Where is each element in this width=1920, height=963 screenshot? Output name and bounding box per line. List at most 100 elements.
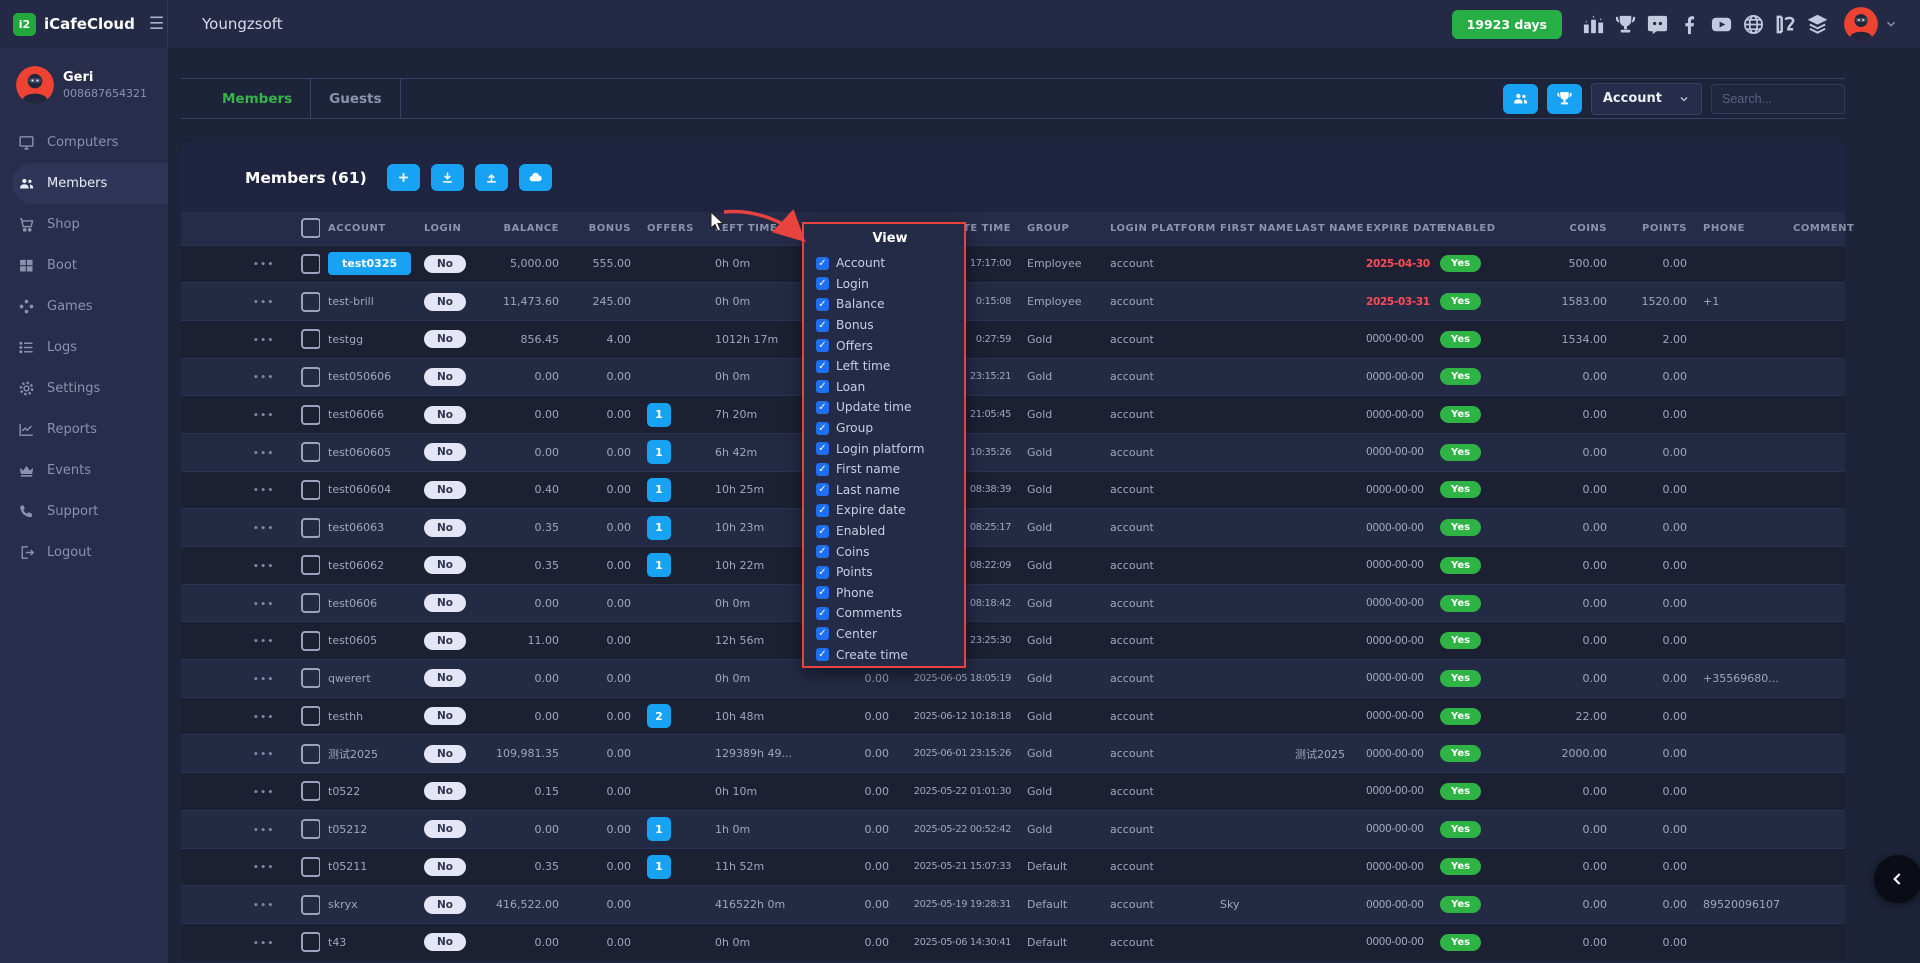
row-checkbox[interactable] [301, 819, 320, 839]
view-option-loan[interactable]: ✓Loan [816, 377, 964, 398]
row-actions-button[interactable]: ••• [253, 675, 275, 685]
view-option-create-time[interactable]: ✓Create time [816, 644, 964, 665]
row-checkbox[interactable] [301, 668, 320, 688]
group-filter-button[interactable] [1547, 84, 1582, 114]
row-actions-button[interactable]: ••• [253, 411, 275, 421]
checked-checkbox-icon[interactable]: ✓ [816, 607, 829, 620]
row-checkbox[interactable] [301, 442, 320, 462]
sidebar-user[interactable]: Geri 008687654321 [0, 48, 168, 118]
view-option-balance[interactable]: ✓Balance [816, 294, 964, 315]
row-checkbox[interactable] [301, 367, 320, 387]
sidebar-item-logout[interactable]: Logout [0, 532, 168, 573]
row-checkbox[interactable] [301, 329, 320, 349]
sidebar-item-boot[interactable]: Boot [0, 245, 168, 286]
row-actions-button[interactable]: ••• [253, 939, 275, 949]
youtube-icon[interactable] [1710, 13, 1733, 36]
sidebar-item-computers[interactable]: Computers [0, 122, 168, 163]
checked-checkbox-icon[interactable]: ✓ [816, 463, 829, 476]
row-actions-button[interactable]: ••• [253, 713, 275, 723]
tab-guests[interactable]: Guests [311, 91, 399, 107]
discord-icon[interactable] [1646, 13, 1669, 36]
view-option-enabled[interactable]: ✓Enabled [816, 521, 964, 542]
select-all-checkbox[interactable] [301, 218, 321, 238]
row-checkbox[interactable] [301, 631, 320, 651]
hamburger-menu-icon[interactable]: ☰ [149, 14, 164, 34]
row-checkbox[interactable] [301, 480, 320, 500]
tab-members[interactable]: Members [204, 91, 310, 107]
view-option-phone[interactable]: ✓Phone [816, 583, 964, 604]
scroll-left-button[interactable] [1874, 855, 1920, 903]
checked-checkbox-icon[interactable]: ✓ [816, 319, 829, 332]
checked-checkbox-icon[interactable]: ✓ [816, 442, 829, 455]
row-actions-button[interactable]: ••• [253, 486, 275, 496]
sidebar-item-shop[interactable]: Shop [0, 204, 168, 245]
checked-checkbox-icon[interactable]: ✓ [816, 257, 829, 270]
view-option-left-time[interactable]: ✓Left time [816, 356, 964, 377]
row-checkbox[interactable] [301, 254, 320, 274]
sidebar-item-support[interactable]: Support [0, 491, 168, 532]
row-actions-button[interactable]: ••• [253, 260, 275, 270]
days-remaining-badge[interactable]: 19923 days [1452, 10, 1562, 39]
row-checkbox[interactable] [301, 744, 320, 764]
row-actions-button[interactable]: ••• [253, 600, 275, 610]
row-actions-button[interactable]: ••• [253, 637, 275, 647]
search-field-select[interactable]: Account [1591, 83, 1702, 115]
column-header-check[interactable] [293, 212, 320, 245]
chevron-down-icon[interactable] [1884, 17, 1898, 31]
checked-checkbox-icon[interactable]: ✓ [816, 360, 829, 373]
row-checkbox[interactable] [301, 518, 320, 538]
row-actions-button[interactable]: ••• [253, 863, 275, 873]
checked-checkbox-icon[interactable]: ✓ [816, 504, 829, 517]
ranking-icon[interactable] [1582, 13, 1605, 36]
view-option-expire-date[interactable]: ✓Expire date [816, 500, 964, 521]
sidebar-item-games[interactable]: Games [0, 286, 168, 327]
sidebar-item-members[interactable]: Members [12, 163, 168, 204]
view-option-points[interactable]: ✓Points [816, 562, 964, 583]
row-checkbox[interactable] [301, 857, 320, 877]
row-actions-button[interactable]: ••• [253, 826, 275, 836]
checked-checkbox-icon[interactable]: ✓ [816, 545, 829, 558]
row-actions-button[interactable]: ••• [253, 901, 275, 911]
row-actions-button[interactable]: ••• [253, 449, 275, 459]
checked-checkbox-icon[interactable]: ✓ [816, 566, 829, 579]
checked-checkbox-icon[interactable]: ✓ [816, 525, 829, 538]
row-actions-button[interactable]: ••• [253, 373, 275, 383]
sidebar-item-logs[interactable]: Logs [0, 327, 168, 368]
import-button[interactable] [431, 164, 464, 191]
row-checkbox[interactable] [301, 781, 320, 801]
checked-checkbox-icon[interactable]: ✓ [816, 422, 829, 435]
view-option-comments[interactable]: ✓Comments [816, 603, 964, 624]
row-checkbox[interactable] [301, 706, 320, 726]
checked-checkbox-icon[interactable]: ✓ [816, 277, 829, 290]
sidebar-item-settings[interactable]: Settings [0, 368, 168, 409]
row-actions-button[interactable]: ••• [253, 298, 275, 308]
cloud-sync-button[interactable] [519, 164, 552, 191]
user-avatar[interactable] [1844, 7, 1878, 41]
row-actions-button[interactable]: ••• [253, 336, 275, 346]
view-option-coins[interactable]: ✓Coins [816, 541, 964, 562]
export-button[interactable] [475, 164, 508, 191]
view-option-login-platform[interactable]: ✓Login platform [816, 438, 964, 459]
row-actions-button[interactable]: ••• [253, 788, 275, 798]
row-checkbox[interactable] [301, 593, 320, 613]
checked-checkbox-icon[interactable]: ✓ [816, 401, 829, 414]
layers-icon[interactable] [1806, 13, 1829, 36]
trophy-icon[interactable] [1614, 13, 1637, 36]
facebook-icon[interactable] [1678, 13, 1701, 36]
row-checkbox[interactable] [301, 555, 320, 575]
row-checkbox[interactable] [301, 405, 320, 425]
row-checkbox[interactable] [301, 292, 320, 312]
view-option-login[interactable]: ✓Login [816, 274, 964, 295]
sidebar-item-events[interactable]: Events [0, 450, 168, 491]
row-actions-button[interactable]: ••• [253, 524, 275, 534]
view-option-update-time[interactable]: ✓Update time [816, 397, 964, 418]
view-option-offers[interactable]: ✓Offers [816, 335, 964, 356]
view-option-last-name[interactable]: ✓Last name [816, 480, 964, 501]
row-checkbox[interactable] [301, 895, 320, 915]
checked-checkbox-icon[interactable]: ✓ [816, 380, 829, 393]
account-button[interactable]: test0325 [328, 252, 411, 275]
icafecloud-icon[interactable] [1774, 13, 1797, 36]
sidebar-item-reports[interactable]: Reports [0, 409, 168, 450]
view-option-account[interactable]: ✓Account [816, 253, 964, 274]
checked-checkbox-icon[interactable]: ✓ [816, 627, 829, 640]
